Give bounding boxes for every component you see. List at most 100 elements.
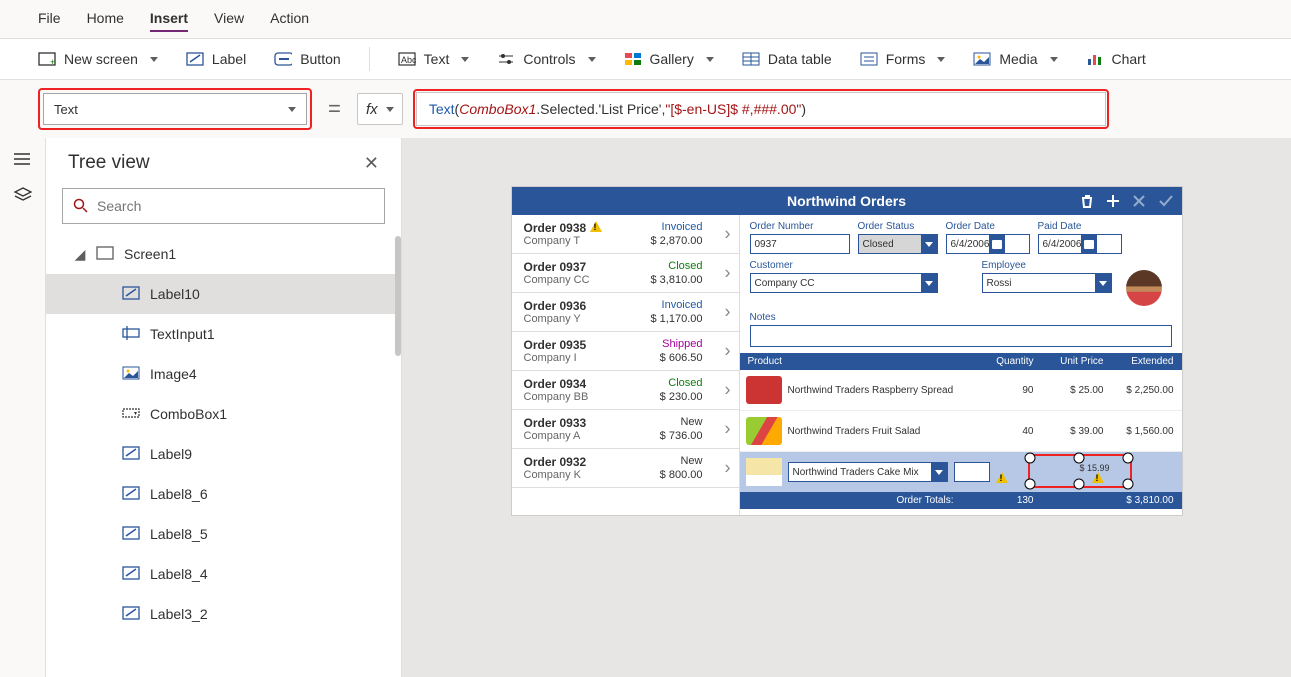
tree-item[interactable]: Label8_5 [46,514,401,554]
formula-input[interactable]: Text ( ComboBox1 .Selected.'List Price',… [416,92,1106,126]
app-title: Northwind Orders [787,193,906,209]
tree-item[interactable]: Image4 [46,354,401,394]
scrollbar-thumb[interactable] [395,236,401,356]
forms-dropdown[interactable]: Forms [860,51,946,67]
chevron-right-icon[interactable]: › [725,458,731,479]
canvas: Northwind Orders Order 0938 Company TInv… [402,138,1291,677]
order-row[interactable]: Order 0935Company IShipped$ 606.50› [512,332,739,371]
tree-item[interactable]: Label8_4 [46,554,401,594]
tree-item[interactable]: Label10 [46,274,401,314]
menu-file[interactable]: File [38,6,61,32]
cancel-icon[interactable] [1132,194,1146,208]
chevron-down-icon [921,274,937,292]
orderdate-field[interactable]: 6/4/2006 [946,234,1030,254]
layers-icon[interactable] [13,186,33,202]
paiddate-field[interactable]: 6/4/2006 [1038,234,1122,254]
selected-label-value: $ 15.99 [1079,463,1109,473]
chevron-right-icon[interactable]: › [725,263,731,284]
button-button[interactable]: Button [274,51,340,67]
order-amount: $ 3,810.00 [651,274,703,286]
hamburger-icon[interactable] [13,152,33,168]
tree-header: Tree view ✕ [46,138,401,188]
line-extended: $ 2,250.00 [1104,385,1174,396]
tree-item-label: Label8_6 [150,486,208,502]
orderstatus-field[interactable]: Closed [858,234,938,254]
hdr-ext: Extended [1104,356,1174,367]
order-row[interactable]: Order 0933Company ANew$ 736.00› [512,410,739,449]
image-icon [122,366,140,382]
chevron-right-icon[interactable]: › [725,341,731,362]
tree-item-label: Label8_4 [150,566,208,582]
warning-icon [590,221,602,232]
chevron-right-icon[interactable]: › [725,419,731,440]
menu-home[interactable]: Home [87,6,124,32]
label-button[interactable]: Label [186,51,246,67]
menu-view[interactable]: View [214,6,244,32]
tree-item[interactable]: Label3_2 [46,594,401,634]
property-highlight: Text [38,88,312,130]
new-screen-label: New screen [64,51,138,67]
plus-icon[interactable] [1106,194,1120,208]
tree-item[interactable]: ComboBox1 [46,394,401,434]
close-icon[interactable]: ✕ [364,153,379,174]
product-combo[interactable]: Northwind Traders Cake Mix [788,462,948,482]
paiddate-value: 6/4/2006 [1043,239,1082,250]
tree-title: Tree view [68,152,150,174]
tree-item-label: Label8_5 [150,526,208,542]
screen-icon: + [38,51,56,67]
gallery-dropdown[interactable]: Gallery [624,51,714,67]
ribbon-text-label: Text [424,51,450,67]
totals-amount: $ 3,810.00 [1104,495,1174,506]
customer-value: Company CC [755,278,815,289]
order-amount: $ 1,170.00 [651,313,703,325]
ribbon-datatable-label: Data table [768,51,832,67]
order-row[interactable]: Order 0934Company BBClosed$ 230.00› [512,371,739,410]
tree-item[interactable]: Label8_6 [46,474,401,514]
fx-button[interactable]: fx [357,93,403,125]
trash-icon[interactable] [1080,194,1094,208]
chart-dropdown[interactable]: Chart [1086,51,1146,67]
qty-input[interactable] [954,462,990,482]
chevron-right-icon[interactable]: › [725,224,731,245]
menu-action[interactable]: Action [270,6,309,32]
text-dropdown[interactable]: Abc Text [398,51,470,67]
tree-item[interactable]: ◢Screen1 [46,234,401,274]
new-screen-button[interactable]: + New screen [38,51,158,67]
order-row[interactable]: Order 0936Company YInvoiced$ 1,170.00› [512,293,739,332]
order-row[interactable]: Order 0938 Company TInvoiced$ 2,870.00› [512,215,739,254]
chevron-right-icon[interactable]: › [725,302,731,323]
customer-field[interactable]: Company CC [750,273,938,293]
collapse-icon[interactable]: ◢ [74,246,86,263]
employee-field[interactable]: Rossi [982,273,1112,293]
search-box[interactable] [62,188,385,224]
product-thumb [746,376,782,404]
product-thumb [746,417,782,445]
chevron-down-icon [921,235,937,253]
calendar-icon [1081,235,1097,253]
tree-list: ◢Screen1Label10TextInput1Image4ComboBox1… [46,234,401,677]
product-name: Northwind Traders Cake Mix [793,467,919,478]
search-input[interactable] [97,198,374,214]
ordernum-field[interactable]: 0937 [750,234,850,254]
datatable-button[interactable]: Data table [742,51,832,67]
chevron-down-icon [150,57,158,62]
gallery-icon [624,51,642,67]
order-row[interactable]: Order 0932Company KNew$ 800.00› [512,449,739,488]
totals-qty: 130 [974,495,1034,506]
formula-obj: ComboBox1 [459,101,536,117]
controls-dropdown[interactable]: Controls [497,51,595,67]
ribbon-media-label: Media [999,51,1037,67]
property-selector[interactable]: Text [43,93,307,125]
tree-item[interactable]: Label9 [46,434,401,474]
check-icon[interactable] [1158,194,1174,208]
order-row[interactable]: Order 0937Company CCClosed$ 3,810.00› [512,254,739,293]
formula-str: "[$-en-US]$ #,###.00" [665,101,801,117]
chevron-right-icon[interactable]: › [725,380,731,401]
text-icon: Abc [398,51,416,67]
chevron-down-icon [931,463,947,481]
notes-field[interactable] [750,325,1172,347]
formula-row: Text = fx Text ( ComboBox1 .Selected.'Li… [0,80,1291,138]
menu-insert[interactable]: Insert [150,6,188,32]
tree-item[interactable]: TextInput1 [46,314,401,354]
media-dropdown[interactable]: Media [973,51,1057,67]
